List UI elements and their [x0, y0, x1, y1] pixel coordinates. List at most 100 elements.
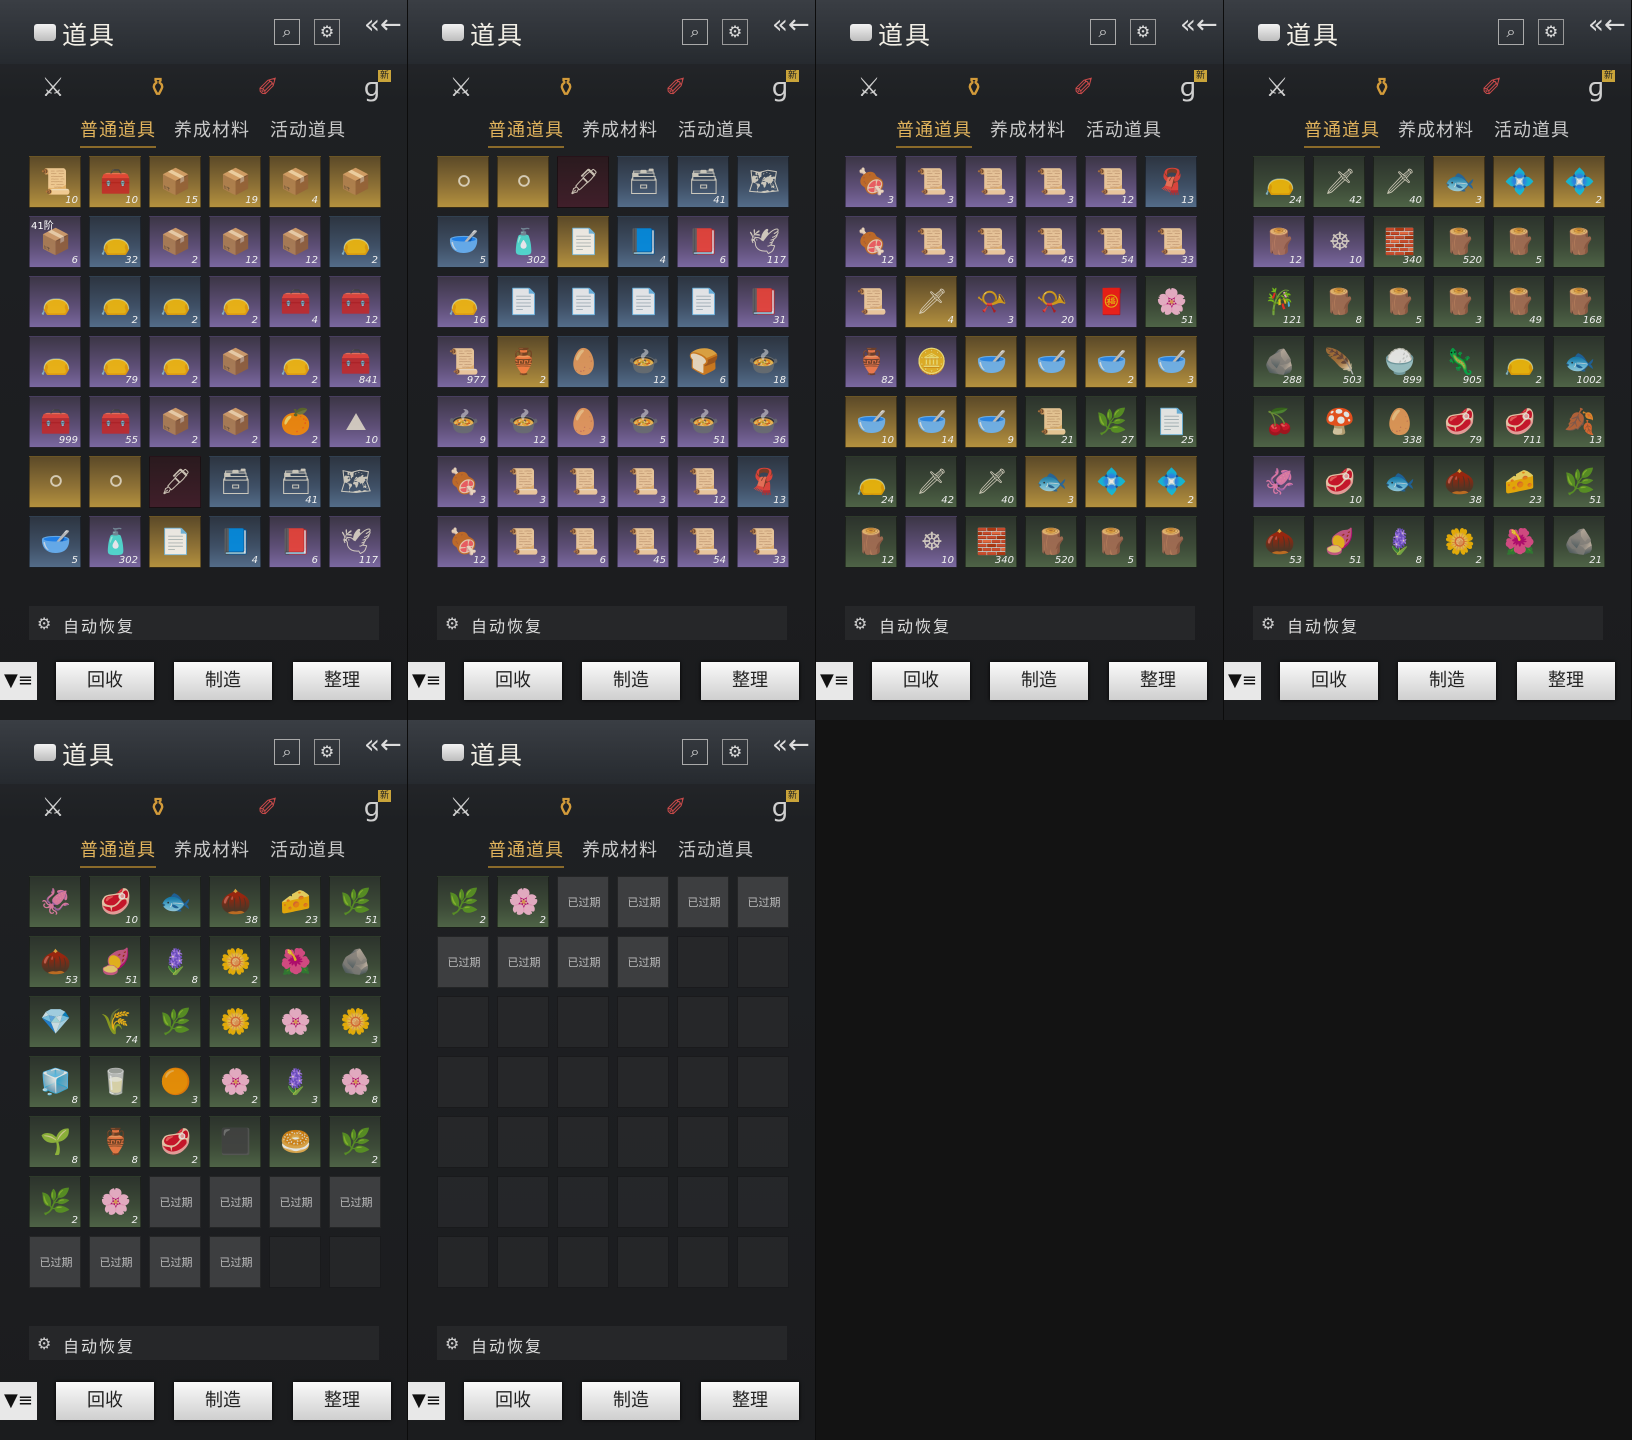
item-slot[interactable]: 🌿 51: [1553, 456, 1605, 508]
item-slot[interactable]: 🌸 8: [329, 1056, 381, 1108]
subtab-2[interactable]: 活动道具: [270, 836, 346, 862]
item-slot[interactable]: 🌸: [269, 996, 321, 1048]
item-slot[interactable]: 🗃: [617, 156, 669, 208]
sort-button[interactable]: 整理: [293, 1382, 391, 1420]
item-slot[interactable]: 已过期: [617, 936, 669, 988]
item-slot[interactable]: 🍂 13: [1553, 396, 1605, 448]
item-slot[interactable]: 👝: [29, 336, 81, 388]
item-slot[interactable]: 📦 12: [269, 216, 321, 268]
item-slot[interactable]: 已过期: [209, 1236, 261, 1288]
item-slot[interactable]: 📜: [845, 276, 897, 328]
item-slot[interactable]: 📦 6 41阶: [29, 216, 81, 268]
item-slot[interactable]: 📜 6: [557, 516, 609, 568]
item-slot[interactable]: 📦 12: [209, 216, 261, 268]
item-slot[interactable]: 🧣 13: [737, 456, 789, 508]
item-slot[interactable]: 🧊 8: [29, 1056, 81, 1108]
item-slot[interactable]: 🥩 79: [1433, 396, 1485, 448]
item-slot[interactable]: 👝 24: [845, 456, 897, 508]
auto-recover-bar[interactable]: ⚙ 自动恢复: [29, 606, 379, 640]
item-slot[interactable]: 🌿 2: [437, 876, 489, 928]
item-slot[interactable]: 🌰 38: [209, 876, 261, 928]
filter-button[interactable]: ▼≡: [0, 662, 37, 700]
item-slot[interactable]: 🪙: [905, 336, 957, 388]
settings-button[interactable]: ⚙: [722, 739, 748, 765]
item-slot[interactable]: 🗃: [209, 456, 261, 508]
item-slot[interactable]: 📕 6: [269, 516, 321, 568]
recycle-button[interactable]: 回收: [56, 662, 154, 700]
subtab-0[interactable]: 普通道具: [80, 836, 156, 868]
item-slot[interactable]: 📜 54: [1085, 216, 1137, 268]
item-slot[interactable]: 🪵 5: [1373, 276, 1425, 328]
item-slot[interactable]: 🖋: [149, 456, 201, 508]
item-slot[interactable]: 📜 33: [737, 516, 789, 568]
item-slot[interactable]: 🥣 5: [437, 216, 489, 268]
category-bag-icon[interactable]: ⚱: [140, 790, 176, 826]
recycle-button[interactable]: 回收: [1280, 662, 1378, 700]
subtab-2[interactable]: 活动道具: [1494, 116, 1570, 142]
item-slot[interactable]: 📦 2: [209, 396, 261, 448]
item-slot[interactable]: 📜 45: [1025, 216, 1077, 268]
item-slot[interactable]: 📄: [149, 516, 201, 568]
category-weapon-icon[interactable]: ⚔: [35, 790, 71, 826]
item-slot[interactable]: 🪶 503: [1313, 336, 1365, 388]
item-slot[interactable]: 🍲 18: [737, 336, 789, 388]
item-slot[interactable]: 👝 32: [89, 216, 141, 268]
item-slot[interactable]: ⚪: [29, 456, 81, 508]
category-scroll-icon[interactable]: ✐: [658, 790, 694, 826]
item-slot[interactable]: 📄: [497, 276, 549, 328]
item-slot[interactable]: 🗡 42: [1313, 156, 1365, 208]
subtab-1[interactable]: 养成材料: [582, 836, 658, 862]
item-slot[interactable]: 🍞 6: [677, 336, 729, 388]
settings-button[interactable]: ⚙: [722, 19, 748, 45]
item-slot[interactable]: 🪵: [1553, 216, 1605, 268]
item-slot[interactable]: 🥣 3: [1145, 336, 1197, 388]
item-slot[interactable]: 🏺 8: [89, 1116, 141, 1168]
item-slot[interactable]: 👝 2: [209, 276, 261, 328]
item-slot[interactable]: 已过期: [29, 1236, 81, 1288]
item-slot[interactable]: 🥚 3: [557, 396, 609, 448]
sort-button[interactable]: 整理: [1109, 662, 1207, 700]
filter-button[interactable]: ▼≡: [408, 662, 445, 700]
item-slot[interactable]: 📯 3: [965, 276, 1017, 328]
item-slot[interactable]: 🪵 3: [1433, 276, 1485, 328]
item-slot[interactable]: 已过期: [209, 1176, 261, 1228]
item-slot[interactable]: 📜 21: [1025, 396, 1077, 448]
item-slot[interactable]: 🍊 2: [269, 396, 321, 448]
item-slot[interactable]: 🌼 3: [329, 996, 381, 1048]
item-slot[interactable]: 🪵 8: [1313, 276, 1365, 328]
item-slot[interactable]: 🍖 12: [845, 216, 897, 268]
item-slot[interactable]: 🌿: [149, 996, 201, 1048]
item-slot[interactable]: 📦 2: [149, 396, 201, 448]
item-slot[interactable]: 🎋 121: [1253, 276, 1305, 328]
item-slot[interactable]: 💠 2: [1145, 456, 1197, 508]
item-slot[interactable]: 🌰 53: [1253, 516, 1305, 568]
item-slot[interactable]: 🥚 338: [1373, 396, 1425, 448]
search-button[interactable]: ⌕: [682, 19, 708, 45]
item-slot[interactable]: 🪨 21: [1553, 516, 1605, 568]
item-slot[interactable]: 🪻 8: [149, 936, 201, 988]
item-slot[interactable]: 📜 45: [617, 516, 669, 568]
item-slot[interactable]: 👝 2: [1493, 336, 1545, 388]
item-slot[interactable]: 🗡 4: [905, 276, 957, 328]
category-weapon-icon[interactable]: ⚔: [443, 790, 479, 826]
filter-button[interactable]: ▼≡: [408, 1382, 445, 1420]
item-slot[interactable]: 📄 25: [1145, 396, 1197, 448]
item-slot[interactable]: 🥣 10: [845, 396, 897, 448]
item-slot[interactable]: 📦 15: [149, 156, 201, 208]
item-slot[interactable]: 🌸 2: [209, 1056, 261, 1108]
filter-button[interactable]: ▼≡: [1224, 662, 1261, 700]
category-weapon-icon[interactable]: ⚔: [35, 70, 71, 106]
item-slot[interactable]: 🧣 13: [1145, 156, 1197, 208]
back-arrow-icon[interactable]: «←: [1180, 10, 1218, 40]
search-button[interactable]: ⌕: [1090, 19, 1116, 45]
item-slot[interactable]: 🗺: [329, 456, 381, 508]
subtab-2[interactable]: 活动道具: [270, 116, 346, 142]
item-slot[interactable]: 📜 3: [497, 516, 549, 568]
item-slot[interactable]: 🍠 51: [1313, 516, 1365, 568]
item-slot[interactable]: 💠: [1085, 456, 1137, 508]
item-slot[interactable]: 🍠 51: [89, 936, 141, 988]
item-slot[interactable]: 📦: [329, 156, 381, 208]
subtab-0[interactable]: 普通道具: [488, 116, 564, 148]
item-slot[interactable]: 🐟 3: [1025, 456, 1077, 508]
craft-button[interactable]: 制造: [990, 662, 1088, 700]
